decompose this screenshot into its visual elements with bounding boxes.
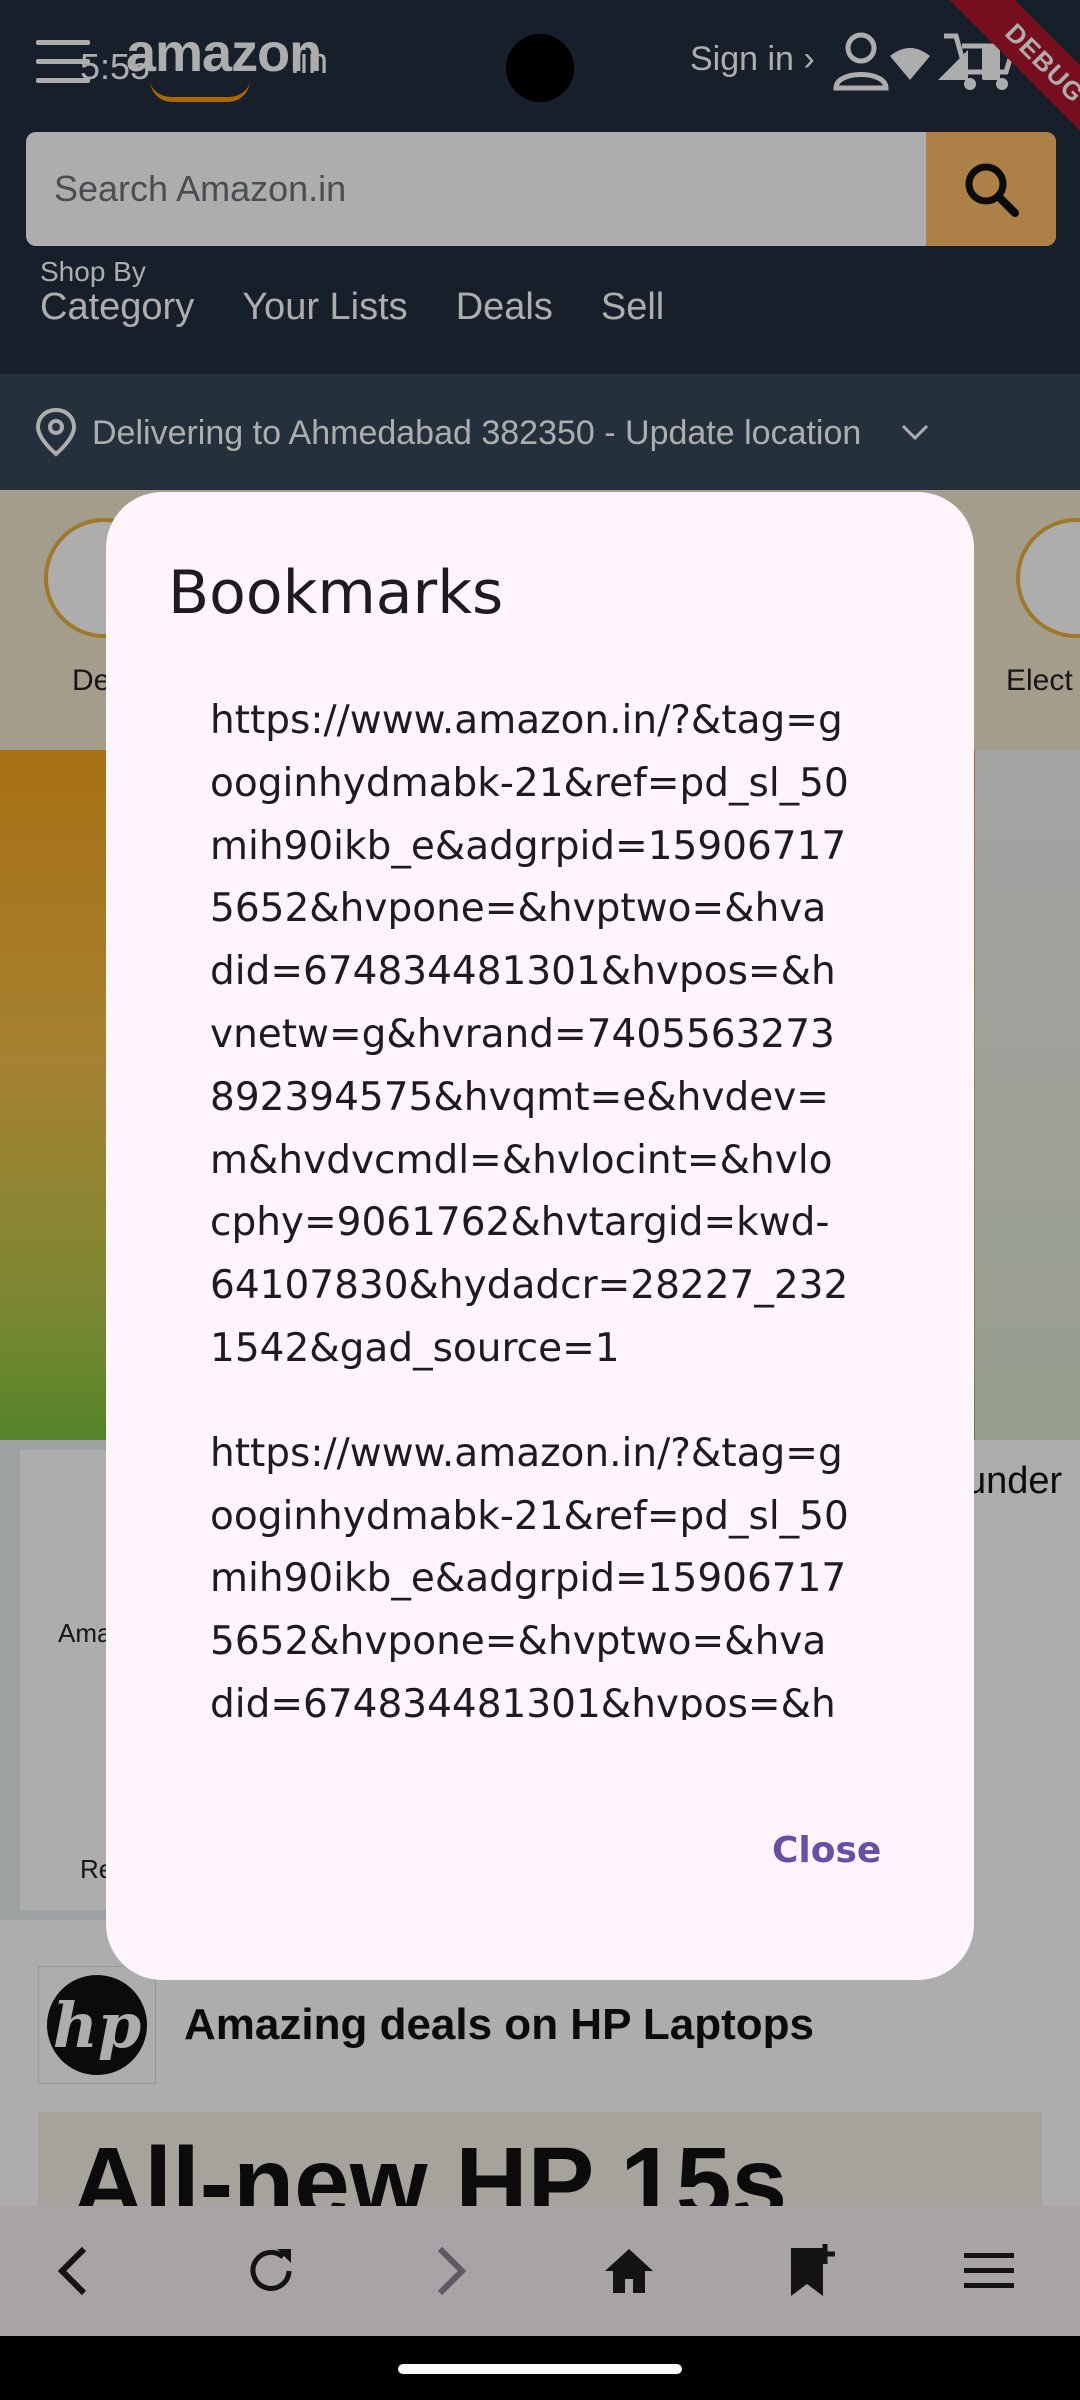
gesture-handle[interactable] xyxy=(398,2364,682,2374)
bookmark-item[interactable]: https://www.amazon.in/?&tag=googinhydmab… xyxy=(210,1423,850,1720)
close-button[interactable]: Close xyxy=(772,1830,881,1871)
bookmarks-dialog: Bookmarks https://www.amazon.in/?&tag=go… xyxy=(106,492,974,1980)
bookmarks-list[interactable]: https://www.amazon.in/?&tag=googinhydmab… xyxy=(210,690,850,1720)
screen: amazon .in Sign in › Search Amazon.in Sh… xyxy=(0,0,1080,2400)
dialog-title: Bookmarks xyxy=(168,558,504,628)
bookmark-item[interactable]: https://www.amazon.in/?&tag=googinhydmab… xyxy=(210,690,850,1381)
